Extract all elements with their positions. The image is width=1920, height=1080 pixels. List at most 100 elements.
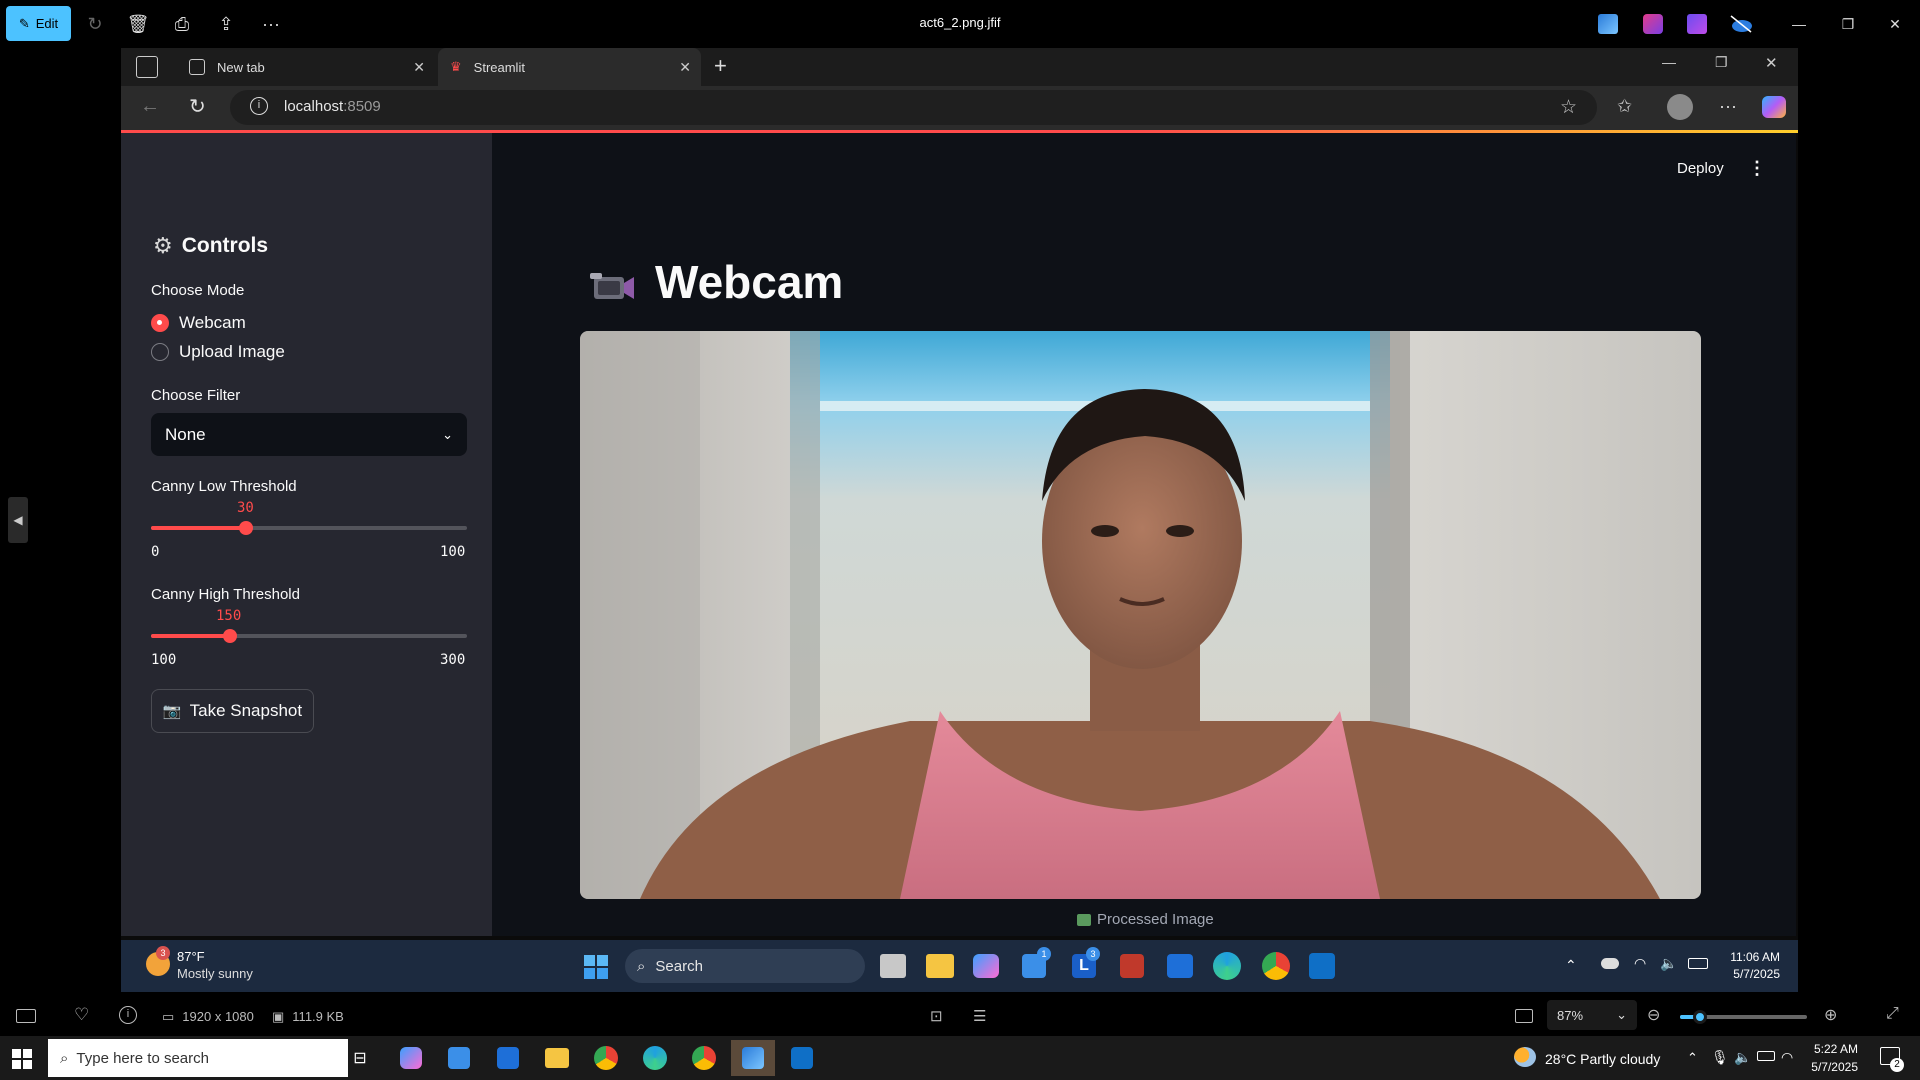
delete-icon[interactable]: 🗑 <box>124 10 152 38</box>
close-tab-icon[interactable]: ✕ <box>413 59 425 76</box>
filter-select[interactable]: None ⌄ <box>151 413 467 456</box>
close-button[interactable]: ✕ <box>1872 8 1918 40</box>
favorite-star-icon[interactable]: ☆ <box>1560 96 1577 119</box>
vscode-icon[interactable] <box>780 1040 824 1076</box>
fullscreen-icon[interactable]: ⤢ <box>1886 1005 1899 1023</box>
edge-icon[interactable] <box>633 1040 677 1076</box>
rotate-icon[interactable]: ↻ <box>81 10 109 38</box>
visual-search-icon[interactable]: ⊡ <box>930 1007 943 1025</box>
deploy-button[interactable]: Deploy <box>1677 160 1724 177</box>
inner-start-icon[interactable] <box>584 955 608 979</box>
zoom-dropdown[interactable]: 87% ⌄ <box>1547 1000 1637 1030</box>
low-threshold-value: 30 <box>237 500 254 516</box>
profile-avatar[interactable] <box>1667 94 1693 120</box>
high-threshold-thumb[interactable] <box>223 629 237 643</box>
back-icon[interactable]: ← <box>140 95 160 118</box>
info-icon[interactable]: i <box>119 1006 137 1024</box>
image-caption: Processed Image <box>1077 911 1214 928</box>
volume-icon[interactable]: 🔈 <box>1734 1049 1751 1066</box>
edge-icon[interactable] <box>1213 952 1241 980</box>
favorites-icon[interactable]: ✩ <box>1617 96 1632 117</box>
dimensions-icon: ▭ <box>162 1009 175 1024</box>
inner-taskbar <box>121 940 1798 992</box>
tab-actions-icon[interactable] <box>136 56 158 78</box>
copilot-icon[interactable] <box>973 954 999 978</box>
file-explorer-icon[interactable] <box>535 1040 579 1076</box>
chrome-icon[interactable] <box>1262 952 1290 980</box>
restore-button[interactable]: ❐ <box>1825 8 1871 40</box>
taskbar-search-box[interactable]: ⌕ Type here to search <box>48 1039 348 1077</box>
high-threshold-max: 300 <box>440 652 466 668</box>
onedrive-icon[interactable] <box>1729 14 1753 34</box>
paint-icon[interactable] <box>1598 14 1618 34</box>
radio-webcam[interactable]: Webcam <box>151 313 246 333</box>
vscode-icon[interactable] <box>1309 953 1335 979</box>
image-dimensions: ▭ 1920 x 1080 <box>162 1009 254 1024</box>
minimize-button[interactable]: — <box>1776 8 1822 40</box>
browser-minimize-button[interactable]: — <box>1662 54 1676 70</box>
designer-icon[interactable] <box>1687 14 1707 34</box>
task-view-icon[interactable] <box>880 954 906 978</box>
outlook-icon[interactable] <box>486 1040 530 1076</box>
clipchamp-icon[interactable] <box>1643 14 1663 34</box>
inner-wifi-icon[interactable]: ◠ <box>1634 955 1646 972</box>
gear-icon: ⚙ <box>153 233 173 258</box>
caption-text: Processed Image <box>1097 911 1214 928</box>
file-explorer-icon[interactable] <box>926 954 954 978</box>
low-threshold-thumb[interactable] <box>239 521 253 535</box>
chrome-profile-icon[interactable] <box>682 1040 726 1076</box>
share-icon[interactable]: ⇪ <box>212 10 240 38</box>
browser-menu-icon[interactable]: ··· <box>1719 96 1737 117</box>
fit-screen-icon[interactable] <box>1515 1009 1533 1023</box>
print-icon[interactable]: ⎙ <box>168 10 196 38</box>
microphone-icon[interactable]: 🎙 <box>1711 1049 1729 1066</box>
favorite-heart-icon[interactable]: ♡ <box>74 1005 89 1025</box>
tab-streamlit[interactable]: ♛ Streamlit ✕ <box>438 48 701 86</box>
video-camera-icon <box>588 265 636 307</box>
url-text[interactable]: localhost:8509 <box>284 98 381 115</box>
chevron-down-icon: ⌄ <box>442 426 453 442</box>
tab-new-tab[interactable]: New tab ✕ <box>177 48 435 86</box>
filmstrip-icon[interactable] <box>16 1009 36 1023</box>
radio-selected-indicator <box>151 314 169 332</box>
zoom-slider-thumb[interactable] <box>1693 1010 1707 1024</box>
edit-button[interactable]: ✎ Edit <box>6 6 71 41</box>
inner-search-label: Search <box>655 957 703 975</box>
new-tab-button[interactable]: + <box>714 53 727 79</box>
radio-label: Webcam <box>179 313 246 332</box>
radio-upload-image[interactable]: Upload Image <box>151 342 285 362</box>
tab-label: New tab <box>217 59 265 75</box>
address-bar[interactable] <box>230 90 1597 125</box>
refresh-icon[interactable]: ↻ <box>189 94 206 119</box>
text-scan-icon[interactable]: ☰ <box>973 1007 986 1025</box>
chrome-icon[interactable] <box>584 1040 628 1076</box>
battery-icon <box>1757 1051 1775 1061</box>
take-snapshot-button[interactable]: 📷 Take Snapshot <box>151 689 314 733</box>
high-threshold-label: Canny High Threshold <box>151 586 300 603</box>
inner-tray-chevron-icon[interactable]: ⌃ <box>1565 957 1577 974</box>
file-title: act6_2.png.jfif <box>919 15 1001 30</box>
copilot-icon[interactable] <box>1762 96 1786 118</box>
copilot-icon[interactable] <box>389 1040 433 1076</box>
site-info-icon[interactable]: i <box>250 97 268 115</box>
start-windows-icon[interactable] <box>12 1049 32 1069</box>
zoom-out-icon[interactable]: ⊖ <box>1647 1005 1660 1025</box>
mcafee-icon[interactable] <box>1120 954 1144 978</box>
inner-onedrive-icon[interactable] <box>1601 958 1619 969</box>
taskbar-weather[interactable]: 28°C Partly cloudy <box>1545 1051 1660 1067</box>
more-icon[interactable]: ··· <box>257 10 285 38</box>
collapse-arrow-icon[interactable]: ◀ <box>8 497 28 543</box>
zoom-in-icon[interactable]: ⊕ <box>1824 1005 1837 1025</box>
store-icon[interactable] <box>437 1040 481 1076</box>
photos-app-icon[interactable] <box>731 1040 775 1076</box>
main-menu-icon[interactable]: ⋮ <box>1748 158 1766 179</box>
task-view-icon[interactable]: ⊟ <box>338 1040 382 1076</box>
inner-volume-icon[interactable]: 🔈 <box>1660 955 1677 972</box>
browser-restore-button[interactable]: ❐ <box>1715 54 1728 71</box>
inner-weather-temp: 87°F <box>177 949 205 964</box>
outlook-icon[interactable] <box>1167 954 1193 978</box>
tray-chevron-icon[interactable]: ⌃ <box>1687 1050 1698 1066</box>
browser-close-button[interactable]: ✕ <box>1765 54 1778 72</box>
close-tab-icon[interactable]: ✕ <box>679 59 691 76</box>
inner-search-box[interactable]: ⌕ Search <box>625 949 865 983</box>
